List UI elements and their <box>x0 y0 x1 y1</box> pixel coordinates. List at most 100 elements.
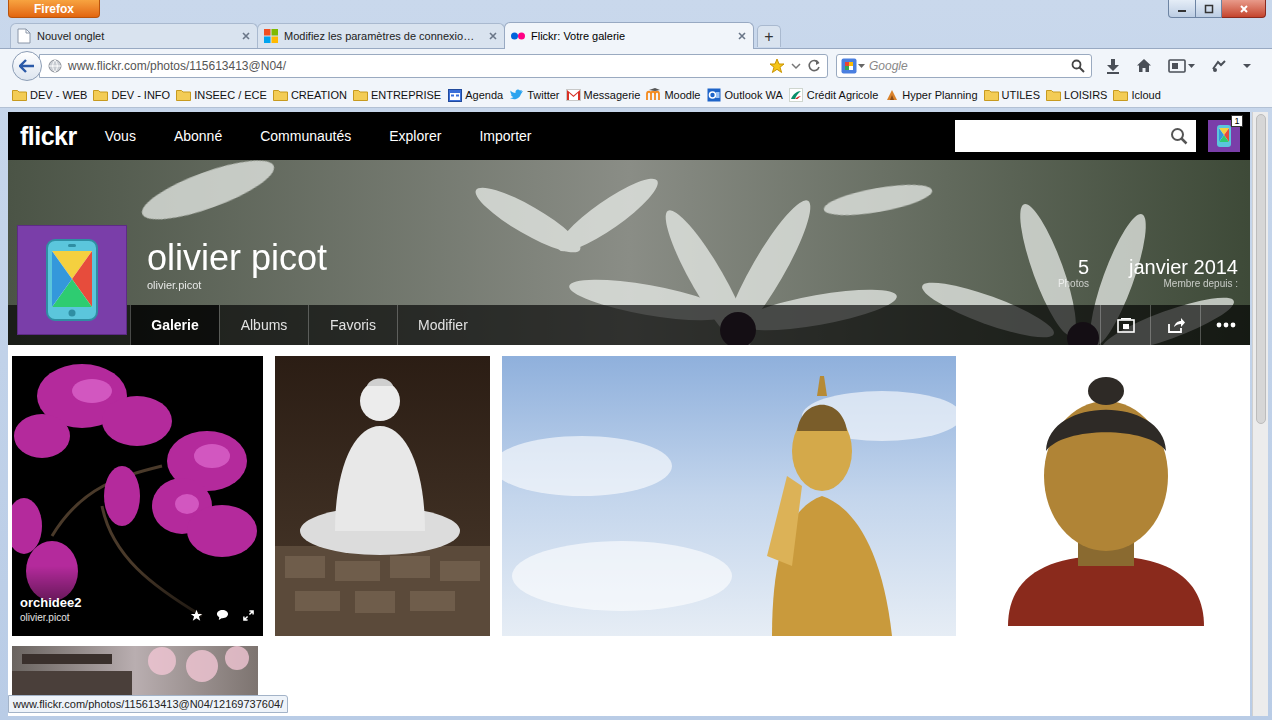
profile-names: olivier picot olivier.picot <box>147 238 327 292</box>
back-arrow-icon[interactable] <box>12 51 42 81</box>
profile-name: olivier picot <box>147 238 327 278</box>
subnav-tab[interactable]: Favoris <box>308 305 397 345</box>
bookmark-item[interactable]: UTILES <box>984 87 1041 102</box>
favicon-icon <box>263 28 279 44</box>
search-icon[interactable] <box>1170 127 1188 145</box>
comment-icon[interactable] <box>215 608 229 622</box>
gallery-photo[interactable]: orchidee2olivier.picot <box>12 356 263 636</box>
bookmark-item[interactable]: Outlook WA <box>706 87 782 102</box>
browser-tab[interactable]: Modifiez les paramètres de connexio… <box>257 23 505 48</box>
flickr-logo[interactable]: flickr <box>20 124 77 149</box>
gallery-photo[interactable] <box>968 356 1245 636</box>
account-avatar[interactable]: 1 <box>1208 120 1240 152</box>
photo-count: 5 <box>1078 256 1089 278</box>
subnav-tab[interactable]: Albums <box>219 305 308 345</box>
bookmarks-menu-icon[interactable] <box>1168 59 1195 73</box>
new-tab-button[interactable]: + <box>757 25 781 47</box>
reload-icon[interactable] <box>807 59 821 73</box>
bookmark-label: Moodle <box>664 88 700 102</box>
flickr-nav-item[interactable]: Communautés <box>260 127 351 145</box>
slideshow-icon[interactable] <box>1100 305 1150 345</box>
google-engine-icon[interactable] <box>841 58 865 74</box>
new-tab-label: + <box>764 29 773 45</box>
photo-count-stat[interactable]: 5 Photos <box>1058 256 1089 290</box>
overflow-menu-icon[interactable] <box>1243 63 1251 69</box>
search-magnifier-icon[interactable] <box>1071 59 1085 73</box>
photo-title[interactable]: orchidee2 <box>20 595 81 611</box>
search-box[interactable] <box>836 54 1092 78</box>
minimize-icon[interactable] <box>1168 0 1196 18</box>
expand-icon[interactable] <box>241 608 255 622</box>
window-controls <box>1168 0 1266 18</box>
folder-icon <box>1046 87 1061 102</box>
notification-badge[interactable]: 1 <box>1231 115 1243 127</box>
flickr-page: flickr Vous Abonné Communautés Explorer Impo… <box>8 112 1250 716</box>
page-scrollbar[interactable] <box>1252 112 1268 716</box>
share-icon[interactable] <box>1150 305 1200 345</box>
outlook-icon <box>706 87 721 102</box>
bookmark-label: Twitter <box>527 88 559 102</box>
download-icon[interactable] <box>1106 58 1120 74</box>
maximize-icon[interactable] <box>1196 0 1222 18</box>
bookmark-label: INSEEC / ECE <box>194 88 267 102</box>
bookmark-label: CREATION <box>291 88 347 102</box>
bookmark-item[interactable]: Crédit Agricole <box>789 87 879 102</box>
twitter-icon <box>509 87 524 102</box>
scrollbar-thumb[interactable] <box>1256 114 1266 424</box>
close-tab-icon[interactable] <box>240 30 252 42</box>
bookmark-label: Icloud <box>1131 88 1160 102</box>
search-input[interactable] <box>869 56 1067 76</box>
bookmark-item[interactable]: ENTREPRISE <box>353 87 441 102</box>
mail-icon <box>566 87 581 102</box>
subnav-tab[interactable]: Modifier <box>397 305 488 345</box>
bookmark-item[interactable]: Agenda <box>447 87 503 102</box>
subnav-label: Albums <box>241 316 288 334</box>
more-options-icon[interactable] <box>1200 305 1250 345</box>
gallery-photo[interactable] <box>502 356 956 636</box>
address-bar[interactable]: www.flickr.com/photos/115613413@N04/ <box>39 54 828 78</box>
bookmark-item[interactable]: Messagerie <box>566 87 641 102</box>
gallery-photo[interactable] <box>275 356 490 636</box>
folder-icon <box>353 87 368 102</box>
home-icon[interactable] <box>1136 58 1152 73</box>
bookmark-item[interactable]: LOISIRS <box>1046 87 1107 102</box>
close-tab-icon[interactable] <box>736 30 748 42</box>
profile-subnav: Galerie Albums Favoris Modifier <box>8 305 1250 345</box>
close-window-icon[interactable] <box>1222 0 1266 18</box>
bookmark-item[interactable]: Hyper Planning <box>884 87 977 102</box>
bookmark-item[interactable]: DEV - INFO <box>93 87 170 102</box>
firefox-menu-button[interactable]: Firefox <box>8 0 100 18</box>
history-dropdown-icon[interactable] <box>791 62 801 70</box>
close-tab-icon[interactable] <box>487 30 499 42</box>
flickr-nav-item[interactable]: Importer <box>479 127 531 145</box>
bookmark-label: Messagerie <box>584 88 641 102</box>
content-area: flickr Vous Abonné Communautés Explorer Impo… <box>0 112 1272 716</box>
extension-icon[interactable] <box>1211 59 1227 73</box>
photo-owner[interactable]: olivier.picot <box>20 611 81 624</box>
flickr-search[interactable] <box>955 120 1196 152</box>
bookmark-item[interactable]: CREATION <box>273 87 347 102</box>
browser-tab[interactable]: Nouvel onglet <box>10 23 258 48</box>
firefox-label: Firefox <box>34 3 74 15</box>
address-url: www.flickr.com/photos/115613413@N04/ <box>68 57 763 75</box>
bookmark-label: Outlook WA <box>724 88 782 102</box>
photo-actions <box>189 608 255 624</box>
favorite-star-icon[interactable] <box>189 608 203 622</box>
flickr-nav-item[interactable]: Explorer <box>389 127 441 145</box>
subnav-label: Galerie <box>151 316 198 334</box>
bookmark-item[interactable]: Twitter <box>509 87 559 102</box>
bookmark-label: DEV - WEB <box>30 88 87 102</box>
profile-avatar[interactable] <box>17 225 127 335</box>
flickr-nav-item[interactable]: Abonné <box>174 127 222 145</box>
subnav-tab[interactable]: Galerie <box>130 305 219 345</box>
bookmark-item[interactable]: INSEEC / ECE <box>176 87 267 102</box>
bookmark-item[interactable]: Moodle <box>646 87 700 102</box>
flickr-nav-item[interactable]: Vous <box>105 127 136 145</box>
agenda-icon <box>447 87 462 102</box>
bookmark-star-icon[interactable] <box>769 58 785 74</box>
browser-tab[interactable]: Flickr: Votre galerie <box>504 22 754 49</box>
subnav-label: Favoris <box>330 316 376 334</box>
bank-icon <box>789 87 804 102</box>
bookmark-item[interactable]: Icloud <box>1113 87 1160 102</box>
bookmark-item[interactable]: DEV - WEB <box>12 87 87 102</box>
